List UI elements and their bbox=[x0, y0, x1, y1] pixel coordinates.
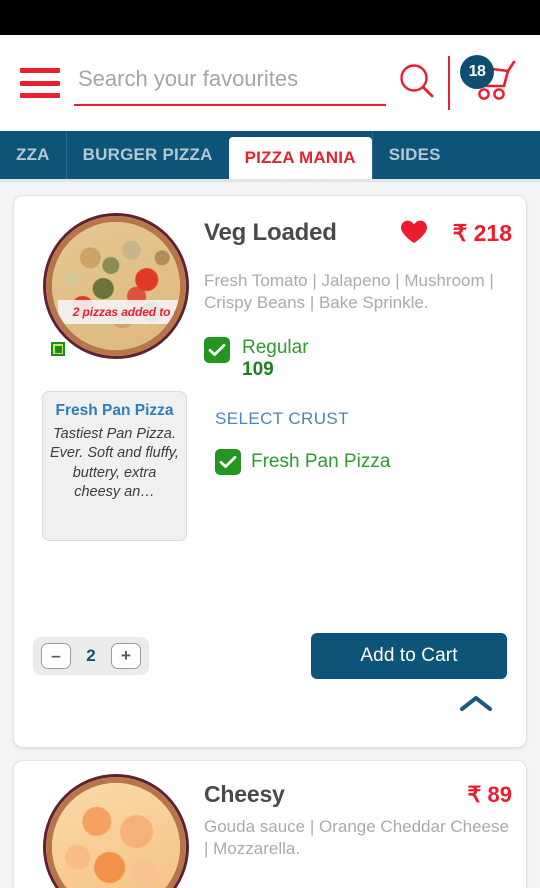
product-info-column: Cheesy ₹ 89 Gouda sauce | Orange Cheddar… bbox=[200, 773, 512, 888]
search-icon bbox=[395, 60, 439, 107]
app-header: 18 bbox=[0, 35, 540, 131]
decrement-quantity-button[interactable]: – bbox=[41, 642, 71, 669]
product-title: Veg Loaded bbox=[204, 219, 337, 246]
quantity-value: 2 bbox=[86, 645, 96, 665]
product-info-column: Veg Loaded ₹ 218 Fresh Tomato | Jalapeno… bbox=[200, 210, 512, 381]
product-actions-row: – 2 + Add to Cart bbox=[14, 632, 526, 679]
crust-preview-title: Fresh Pan Pizza bbox=[55, 401, 174, 419]
product-description: Fresh Tomato | Jalapeno | Mushroom | Cri… bbox=[204, 271, 494, 313]
header-divider bbox=[448, 56, 450, 110]
product-thumbnail-column bbox=[28, 773, 200, 888]
product-thumbnail-column: 2 pizzas added to cart bbox=[28, 210, 200, 381]
chevron-up-icon bbox=[459, 694, 493, 717]
hamburger-menu-icon[interactable] bbox=[20, 68, 60, 98]
increment-quantity-button[interactable]: + bbox=[111, 642, 141, 669]
crust-option-label: Fresh Pan Pizza bbox=[251, 450, 391, 472]
size-calories: 109 bbox=[242, 358, 274, 380]
add-to-cart-button[interactable]: Add to Cart bbox=[311, 632, 507, 679]
product-title-row: Veg Loaded ₹ 218 bbox=[204, 218, 512, 248]
product-main-row: 2 pizzas added to cart Veg Loaded ₹ 218 … bbox=[14, 196, 526, 381]
product-title-row: Cheesy ₹ 89 bbox=[204, 781, 512, 808]
size-text-group: Regular 109 bbox=[242, 337, 309, 381]
hamburger-line bbox=[20, 93, 60, 98]
collapse-row bbox=[14, 679, 526, 719]
added-to-cart-banner: 2 pizzas added to cart bbox=[58, 300, 180, 324]
tab-zza[interactable]: ZZA bbox=[0, 131, 66, 179]
product-price: ₹ 89 bbox=[467, 781, 512, 807]
product-card-cheesy[interactable]: Cheesy ₹ 89 Gouda sauce | Orange Cheddar… bbox=[13, 760, 527, 888]
search-input[interactable] bbox=[74, 60, 386, 106]
hamburger-line bbox=[20, 68, 60, 73]
check-icon bbox=[219, 455, 237, 468]
crust-options-column: SELECT CRUST Fresh Pan Pizza bbox=[187, 391, 512, 541]
product-list: 2 pizzas added to cart Veg Loaded ₹ 218 … bbox=[0, 182, 540, 888]
cart-count-badge: 18 bbox=[460, 55, 494, 89]
product-main-row: Cheesy ₹ 89 Gouda sauce | Orange Cheddar… bbox=[14, 761, 526, 888]
quantity-stepper: – 2 + bbox=[33, 636, 149, 675]
veg-marker-icon bbox=[51, 342, 65, 356]
tab-sides[interactable]: SIDES bbox=[371, 131, 457, 179]
pizza-cheese-graphic bbox=[52, 783, 180, 888]
favourite-button[interactable] bbox=[394, 218, 434, 248]
cart-button[interactable]: 18 bbox=[456, 53, 530, 113]
product-size-row: Regular 109 bbox=[204, 336, 512, 381]
hamburger-line bbox=[20, 80, 60, 86]
search-field-wrapper bbox=[74, 58, 386, 108]
product-title: Cheesy bbox=[204, 781, 285, 807]
tab-burger-pizza[interactable]: BURGER PIZZA bbox=[65, 131, 229, 179]
crust-option-fresh-pan-pizza[interactable]: Fresh Pan Pizza bbox=[215, 448, 512, 475]
tab-pizza-mania[interactable]: PIZZA MANIA bbox=[228, 137, 372, 179]
select-crust-label: SELECT CRUST bbox=[215, 408, 349, 428]
product-description: Gouda sauce | Orange Cheddar Cheese | Mo… bbox=[204, 817, 509, 859]
size-checkbox[interactable] bbox=[204, 336, 230, 363]
product-image[interactable]: 2 pizzas added to cart bbox=[46, 216, 186, 356]
size-name: Regular bbox=[242, 336, 309, 358]
product-price: ₹ 218 bbox=[452, 219, 512, 246]
crust-section: Fresh Pan Pizza Tastiest Pan Pizza. Ever… bbox=[14, 381, 526, 541]
check-icon bbox=[208, 343, 226, 356]
collapse-card-button[interactable] bbox=[456, 693, 496, 719]
product-image[interactable] bbox=[46, 777, 186, 888]
crust-checkbox[interactable] bbox=[215, 448, 241, 475]
heart-filled-icon bbox=[399, 219, 429, 248]
product-card-veg-loaded: 2 pizzas added to cart Veg Loaded ₹ 218 … bbox=[13, 195, 527, 748]
crust-preview-card[interactable]: Fresh Pan Pizza Tastiest Pan Pizza. Ever… bbox=[42, 390, 187, 541]
search-button[interactable] bbox=[392, 55, 442, 111]
category-tabs: ZZA BURGER PIZZA PIZZA MANIA SIDES bbox=[0, 131, 540, 179]
crust-preview-description: Tastiest Pan Pizza. Ever. Soft and fluff… bbox=[50, 426, 179, 500]
status-bar bbox=[0, 0, 540, 35]
app-root: 18 ZZA BURGER PIZZA PIZZA MANIA SIDES 2 … bbox=[0, 0, 540, 888]
pizza-toppings-graphic bbox=[52, 222, 180, 350]
